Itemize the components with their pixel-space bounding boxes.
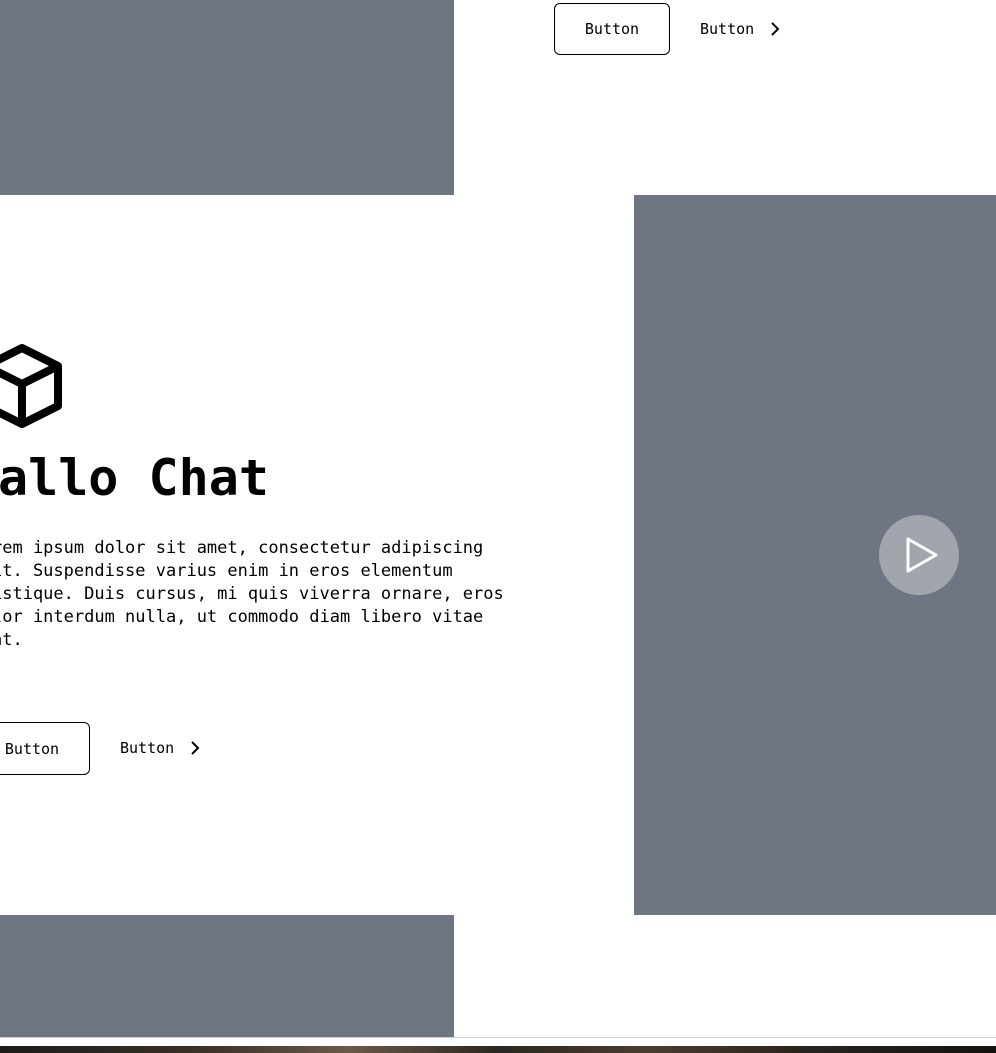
hero-primary-button[interactable]: Button: [0, 722, 90, 775]
top-secondary-button[interactable]: Button: [700, 18, 780, 40]
hero-primary-button-label: Button: [4, 739, 60, 758]
image-placeholder-top: [0, 0, 454, 195]
image-placeholder-bottom: [0, 915, 454, 1037]
divider: [0, 1037, 996, 1038]
hero-secondary-button-label: Button: [120, 739, 175, 757]
play-button[interactable]: [879, 515, 959, 595]
hero-secondary-button[interactable]: Button: [120, 737, 200, 759]
next-section-image-edge: [0, 1046, 996, 1053]
chevron-right-icon: [191, 741, 200, 755]
top-secondary-button-label: Button: [700, 20, 755, 38]
hero-body-text: rem ipsum dolor sit amet, consectetur ad…: [0, 538, 504, 650]
top-primary-button[interactable]: Button: [554, 3, 670, 55]
top-primary-button-label: Button: [584, 20, 640, 38]
chevron-right-icon: [771, 22, 780, 36]
hero-title: allo Chat: [0, 449, 269, 507]
cube-icon: [0, 344, 62, 428]
play-icon: [906, 537, 938, 573]
